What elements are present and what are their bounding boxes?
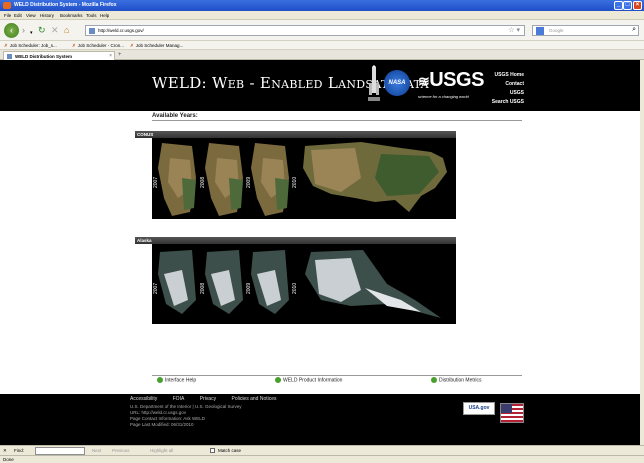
available-years-heading: Available Years: [152,113,198,119]
tab-label: WELD Distribution System [15,54,73,59]
menu-edit[interactable]: Edit [14,13,22,18]
page-footer: Accessibility FOIA Privacy Policies and … [0,394,640,445]
footer-divider [152,375,522,376]
conus-2007-thumbnail[interactable] [152,138,199,219]
year-label: 2007 [153,282,159,294]
maximize-button[interactable]: □ [623,1,632,10]
page-scrollbar[interactable] [640,60,644,445]
year-label: 2008 [200,176,206,188]
footer-nav: Accessibility FOIA Privacy Policies and … [130,396,291,402]
search-placeholder: Google [549,28,564,33]
page-header: WELD: WEB - ENABLED LANDSAT DATA NASA ≋U… [0,60,640,111]
highlight-all-button[interactable]: Highlight all [150,448,173,453]
contact-usgs-link[interactable]: Contact USGS [490,80,524,98]
window-titlebar: WELD Distribution System - Mozilla Firef… [0,0,644,11]
stop-icon[interactable]: ✕ [51,25,59,35]
navigation-toolbar: ‹ › ▾ ↻ ✕ ⌂ http://weld.cr.usgs.gov/ ☆ ▾… [0,20,644,41]
menu-help[interactable]: Help [100,13,109,18]
menu-tools[interactable]: Tools [86,13,97,18]
info-icon [157,377,163,383]
alaska-2007-thumbnail[interactable] [152,244,199,324]
bookmark-item[interactable]: ✗ Job Scheduler - Cron... [72,43,124,49]
status-text: Done [3,457,14,462]
accessibility-link[interactable]: Accessibility [130,396,157,402]
bookmark-icon: ✗ [72,43,76,48]
find-label: Find: [14,448,25,453]
home-icon[interactable]: ⌂ [64,25,69,35]
section-header-alaska: Alaska [135,237,456,244]
url-text: http://weld.cr.usgs.gov/ [98,28,144,33]
search-icon[interactable]: ⌕ [632,26,636,34]
match-case-checkbox[interactable] [210,448,215,453]
tab-close-icon[interactable]: × [109,53,112,59]
menu-view[interactable]: View [26,13,36,18]
usagov-logo[interactable]: USA.gov [463,402,495,415]
policies-link[interactable]: Policies and Notices [231,396,276,402]
minimize-button[interactable]: _ [614,1,623,10]
firefox-icon [3,2,11,9]
new-tab-icon[interactable]: + [118,52,122,58]
window-title: WELD Distribution System - Mozilla Firef… [14,2,117,8]
status-bar: Done [0,455,644,463]
product-info-link[interactable]: WELD Product Information [275,377,342,383]
privacy-link[interactable]: Privacy [200,396,216,402]
year-label: 2009 [246,176,252,188]
usgs-logo[interactable]: ≋USGS [418,69,484,92]
google-icon [536,27,544,35]
find-close-icon[interactable]: ✕ [3,448,7,454]
menu-file[interactable]: File [4,13,11,18]
year-label: 2010 [292,176,298,188]
header-links: USGS Home Contact USGS Search USGS [490,71,524,107]
search-input[interactable]: Google ⌕ [532,25,639,36]
tab-weld[interactable]: WELD Distribution System × [3,51,115,60]
divider [152,120,522,121]
bookmark-star-icon[interactable]: ☆ ▾ [508,26,520,34]
tab-bar: WELD Distribution System × + [0,50,644,60]
flag-icon[interactable] [500,403,524,423]
back-button[interactable]: ‹ [4,23,19,38]
alaska-2010-thumbnail[interactable] [291,244,456,324]
bookmark-item[interactable]: ✗ Job Scheduler: Job_s... [4,43,57,49]
foia-link[interactable]: FOIA [173,396,185,402]
rocket-icon [368,65,380,101]
alaska-panel: 2007 2008 2009 2010 [152,244,456,324]
find-input[interactable] [35,447,85,455]
year-label: 2010 [292,282,298,294]
bookmark-icon: ✗ [4,43,8,48]
site-favicon-icon [89,28,95,34]
conus-panel: 2007 2008 2009 2010 [152,138,456,219]
bookmark-item[interactable]: ✗ Job Scheduler Manag... [130,43,183,49]
match-case-label: Match case [218,448,242,453]
find-next-button[interactable]: Next [92,448,101,453]
section-header-conus: CONUS [135,131,456,138]
info-icon [275,377,281,383]
reload-icon[interactable]: ↻ [38,25,46,35]
usgs-home-link[interactable]: USGS Home [490,71,524,80]
interface-help-link[interactable]: Interface Help [157,377,196,383]
forward-icon[interactable]: › [22,25,25,35]
find-bar: ✕ Find: Next Previous Highlight all Matc… [0,445,644,455]
close-button[interactable]: × [633,1,642,10]
year-label: 2008 [200,282,206,294]
footer-info: U.S. Department of the Interior | U.S. G… [130,404,241,428]
distribution-metrics-link[interactable]: Distribution Metrics [431,377,482,383]
search-usgs-link[interactable]: Search USGS [490,98,524,107]
menu-history[interactable]: History [40,13,54,18]
find-previous-button[interactable]: Previous [112,448,130,453]
nasa-logo[interactable]: NASA [384,70,410,96]
info-icon [431,377,437,383]
menu-bar: File Edit View History Bookmarks Tools H… [0,11,644,20]
bookmark-icon: ✗ [130,43,134,48]
url-bar[interactable]: http://weld.cr.usgs.gov/ ☆ ▾ [85,25,525,36]
year-label: 2009 [246,282,252,294]
menu-bookmarks[interactable]: Bookmarks [60,13,83,18]
footer-info-line: Page Last Modified: 06/31/2010 [130,422,194,427]
history-dropdown-icon[interactable]: ▾ [30,28,33,38]
tab-favicon-icon [7,54,12,59]
usgs-tagline: science for a changing world [418,94,469,99]
bookmarks-toolbar: ✗ Job Scheduler: Job_s... ✗ Job Scheduler … [0,41,644,50]
year-label: 2007 [153,176,159,188]
conus-2010-thumbnail[interactable] [291,138,456,219]
